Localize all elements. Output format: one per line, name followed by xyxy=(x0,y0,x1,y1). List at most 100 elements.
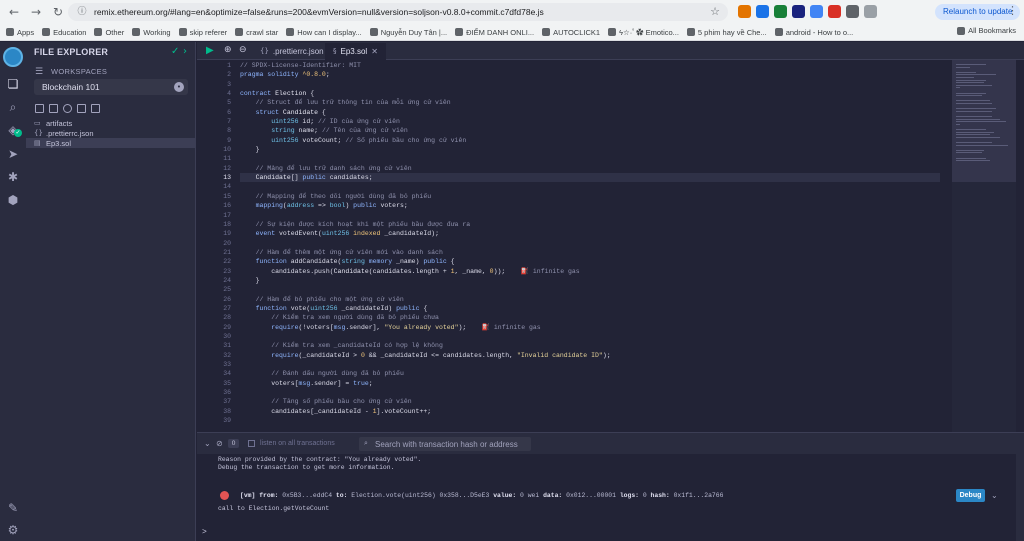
plugin-manager-icon[interactable]: ⬢ xyxy=(5,192,21,208)
error-status-icon xyxy=(220,491,229,500)
code-minimap[interactable] xyxy=(952,60,1016,432)
minimap-line xyxy=(956,103,992,104)
site-info-icon[interactable]: ⓘ xyxy=(76,6,88,18)
bookmark-item[interactable]: ĐIỂM DANH ONLI... xyxy=(455,28,534,37)
bookmark-item[interactable]: How can I display... xyxy=(286,28,362,37)
new-file-icon[interactable] xyxy=(35,104,44,113)
line-number: 2 xyxy=(227,71,231,79)
zoom-in-icon[interactable]: ⊕ xyxy=(224,45,232,55)
line-number: 4 xyxy=(227,90,231,98)
workspace-options-icon[interactable]: • xyxy=(174,82,184,92)
debugger-icon[interactable]: ✱ xyxy=(5,169,21,185)
forward-icon[interactable]: → xyxy=(28,4,44,20)
bookmark-item[interactable]: ϟ☆·ﾟ✿ Emotico... xyxy=(608,27,679,38)
code-line: function addCandidate(string memory _nam… xyxy=(255,258,455,266)
code-line: event votedEvent(uint256 indexed _candid… xyxy=(255,230,439,238)
bookmark-item[interactable]: Nguyễn Duy Tân |... xyxy=(369,28,447,37)
bookmark-item[interactable]: Education xyxy=(42,28,86,37)
workspace-select[interactable]: Blockchain 101 • xyxy=(34,79,188,95)
code-line: // Kiểm tra xem người dùng đã bỏ phiếu c… xyxy=(271,314,439,322)
extension-icon[interactable] xyxy=(738,5,751,18)
workspace-menu-icon[interactable]: ☰ xyxy=(35,67,43,77)
editor-scrollbar[interactable] xyxy=(1016,60,1024,432)
listen-label: listen on all transactions xyxy=(260,440,335,447)
code-line: } xyxy=(240,276,260,284)
extension-icon[interactable] xyxy=(792,5,805,18)
tab-prettierrc[interactable]: {} .prettierrc.json xyxy=(252,43,332,60)
code-editor[interactable]: 1 2 3 4 5 6 7 8 9 10 11 12 13 14 15 16 17 18 19 20 21 22 23 24 2… xyxy=(197,60,952,432)
upload-folder-icon[interactable] xyxy=(91,104,100,113)
folder-icon xyxy=(42,28,51,36)
bookmark-item[interactable]: Working xyxy=(132,28,171,37)
terminal-output: Reason provided by the contract: "You al… xyxy=(197,454,1016,541)
bookmark-item[interactable]: crawl star xyxy=(235,28,278,37)
file-toolbar xyxy=(35,104,100,113)
line-number-gutter: 1 2 3 4 5 6 7 8 9 10 11 12 13 14 15 16 17 18 19 20 21 22 23 24 2… xyxy=(197,61,231,425)
compile-play-icon[interactable]: ▶ xyxy=(206,45,214,56)
new-folder-icon[interactable] xyxy=(49,104,58,113)
plugin-icon[interactable]: ✎ xyxy=(5,500,21,516)
address-bar[interactable]: ⓘ remix.ethereum.org/#lang=en&optimize=f… xyxy=(68,3,728,21)
reload-icon[interactable]: ↻ xyxy=(50,4,66,20)
all-bookmarks[interactable]: All Bookmarks xyxy=(957,26,1016,35)
clear-terminal-icon[interactable]: ⊘ xyxy=(216,439,223,448)
back-icon[interactable]: ← xyxy=(6,4,22,20)
minimap-line xyxy=(956,82,984,84)
line-number: 8 xyxy=(227,127,231,135)
terminal-scrollbar[interactable] xyxy=(1016,454,1024,541)
bookmark-item[interactable]: AUTOCLICK1 xyxy=(542,28,600,37)
apps-grid-icon xyxy=(6,28,14,36)
bookmark-item[interactable]: Apps xyxy=(6,28,34,37)
bookmark-item[interactable]: android - How to o... xyxy=(774,28,853,37)
page-icon xyxy=(178,28,187,36)
search-icon[interactable]: ⌕ xyxy=(5,99,21,115)
upload-icon[interactable] xyxy=(77,104,86,113)
debug-button[interactable]: Debug xyxy=(956,489,985,502)
github-icon[interactable] xyxy=(63,104,72,113)
code-line: contract Election { xyxy=(240,90,315,98)
chevron-down-icon[interactable]: ⌄ xyxy=(204,439,211,448)
extensions-puzzle-icon[interactable] xyxy=(864,5,877,18)
terminal-toolbar: ⌄ ⊘ 0 listen on all transactions ⌕ xyxy=(197,432,1024,454)
bookmark-star-icon[interactable]: ☆ xyxy=(710,5,720,18)
deploy-run-icon[interactable]: ➤ xyxy=(5,146,21,162)
tab-ep3-sol[interactable]: § Ep3.sol ✕ xyxy=(325,43,386,60)
extension-icon[interactable] xyxy=(756,5,769,18)
tree-item-artifacts[interactable]: ▭ artifacts xyxy=(26,118,195,128)
collapse-panel-icon[interactable]: › xyxy=(183,46,187,57)
bookmarks-bar: Apps Education Other Working skip refere… xyxy=(0,24,1024,41)
code-line: require(!voters[msg.sender], "You alread… xyxy=(271,323,541,331)
extension-icon[interactable] xyxy=(810,5,823,18)
code-line: // Tăng số phiếu bầu cho ứng cử viên xyxy=(271,398,412,406)
listen-checkbox[interactable] xyxy=(248,440,255,447)
settings-gear-icon[interactable]: ⚙ xyxy=(5,522,21,538)
close-tab-icon[interactable]: ✕ xyxy=(371,43,378,60)
transaction-log-line[interactable]: [vm] from: 0x5B3...eddC4 to: Election.vo… xyxy=(240,492,723,499)
chevron-down-icon[interactable]: ⌄ xyxy=(991,491,998,500)
minimap-line xyxy=(956,71,976,73)
browser-menu-icon[interactable]: ⋮ xyxy=(1007,4,1018,17)
minimap-line xyxy=(956,144,1008,146)
bookmark-item[interactable]: Other xyxy=(94,28,124,37)
tree-item-ep3-sol[interactable]: ▤ Ep3.sol xyxy=(26,138,195,148)
zoom-out-icon[interactable]: ⊖ xyxy=(239,45,247,55)
line-number: 39 xyxy=(223,417,231,425)
file-explorer-icon[interactable]: ❏ xyxy=(5,76,21,92)
extension-icon[interactable] xyxy=(846,5,859,18)
extension-icon[interactable] xyxy=(774,5,787,18)
code-content[interactable]: // SPDX-License-Identifier: MIT pragma s… xyxy=(240,61,940,425)
code-line: function vote(uint256 _candidateId) publ… xyxy=(255,304,428,312)
bookmark-item[interactable]: 5 phim hay về Che... xyxy=(686,28,767,37)
extension-icon[interactable] xyxy=(828,5,841,18)
terminal-prompt[interactable]: > xyxy=(202,528,207,537)
gas-estimate: infinite gas xyxy=(493,323,541,331)
line-number: 33 xyxy=(223,361,231,368)
bookmark-item[interactable]: skip referer xyxy=(178,28,227,37)
line-number: 16 xyxy=(223,202,231,210)
remix-logo-icon[interactable] xyxy=(3,47,23,67)
tree-item-prettierrc[interactable]: {} .prettierrc.json xyxy=(26,128,195,138)
minimap-line xyxy=(956,66,970,68)
transaction-search-input[interactable] xyxy=(375,438,527,450)
